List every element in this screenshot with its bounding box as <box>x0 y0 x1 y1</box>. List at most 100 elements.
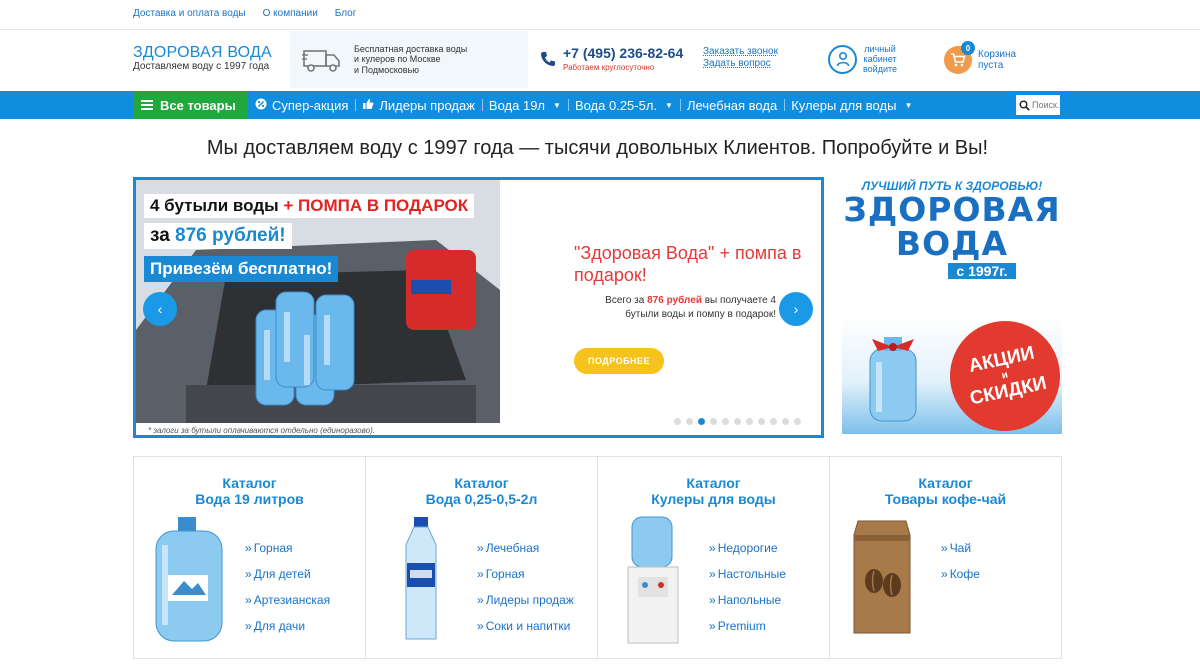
slider-dot[interactable] <box>674 418 681 425</box>
call-links: Заказать звонок Задать вопрос <box>703 46 778 70</box>
card-title[interactable]: Каталог Вода 19 литров <box>134 475 365 507</box>
card-title-line-1: Каталог <box>454 475 509 491</box>
slider-prev-button[interactable]: ‹ <box>143 292 177 326</box>
nav-item-water-small[interactable]: Вода 0.25-5л. ▼ <box>567 91 680 119</box>
nav-item-water-19l[interactable]: Вода 19л ▼ <box>481 91 568 119</box>
slider-dot[interactable] <box>794 418 801 425</box>
slider-dot[interactable] <box>758 418 765 425</box>
cart-icon: 0 <box>944 41 975 74</box>
dropdown-arrow-icon: ▼ <box>904 100 913 110</box>
card-links: Лечебная Горная Лидеры продаж Соки и нап… <box>477 535 574 639</box>
nav-item-best-sellers[interactable]: Лидеры продаж <box>355 91 482 119</box>
slider-dot[interactable] <box>710 418 717 425</box>
slider-next-button[interactable]: › <box>779 292 813 326</box>
catalog-link[interactable]: Недорогие <box>709 535 786 561</box>
catalog-link[interactable]: Для детей <box>245 561 330 587</box>
water-19l-bottle-image[interactable] <box>148 515 230 645</box>
card-title-line-1: Каталог <box>222 475 277 491</box>
gift-bottle-image <box>869 337 917 422</box>
slider-dot[interactable] <box>722 418 729 425</box>
brand-name-line-2: ВОДА <box>895 224 1009 263</box>
thumbs-up-icon <box>362 98 374 113</box>
slide-desc-price: 876 рублей <box>647 295 702 306</box>
card-title-line-2: Вода 0,25-0,5-2л <box>425 491 538 507</box>
blog-link[interactable]: Блог <box>335 8 357 22</box>
search-input[interactable] <box>1032 100 1060 110</box>
catalog-link[interactable]: Горная <box>245 535 330 561</box>
top-divider <box>0 29 1200 30</box>
catalog-link[interactable]: Соки и напитки <box>477 613 574 639</box>
personal-cabinet[interactable]: личный кабинет войдите <box>828 44 897 74</box>
phone-number[interactable]: +7 (495) 236-82-64 <box>563 45 683 61</box>
card-links: Горная Для детей Артезианская Для дачи <box>245 535 330 639</box>
catalog-link[interactable]: Лидеры продаж <box>477 587 574 613</box>
brand-name-line-1: ЗДОРОВАЯ <box>843 190 1061 229</box>
card-title[interactable]: Каталог Товары кофе-чай <box>830 475 1061 507</box>
nav-item-medicinal-water[interactable]: Лечебная вода <box>679 91 784 119</box>
catalog-link[interactable]: Premium <box>709 613 786 639</box>
card-title[interactable]: Каталог Вода 0,25-0,5-2л <box>366 475 597 507</box>
brand-banner[interactable]: ЛУЧШИЙ ПУТЬ К ЗДОРОВЬЮ! ЗДОРОВАЯ ВОДА с … <box>842 177 1062 283</box>
cabinet-login: войдите <box>863 64 898 74</box>
dropdown-arrow-icon: ▼ <box>553 100 561 110</box>
small-water-bottle-image[interactable] <box>380 515 462 645</box>
nav-label: Лечебная вода <box>686 97 778 113</box>
all-goods-label: Все товары <box>160 97 236 113</box>
user-icon <box>828 44 857 74</box>
nav-item-super-sale[interactable]: Супер-акция <box>248 91 355 119</box>
slider-dot[interactable] <box>686 418 693 425</box>
cart-label: Корзина <box>978 49 1017 60</box>
water-cooler-image[interactable] <box>612 515 694 645</box>
coffee-bag-image[interactable] <box>844 515 926 645</box>
catalog-link[interactable]: Для дачи <box>245 613 330 639</box>
more-details-button[interactable]: ПОДРОБНЕЕ <box>574 348 664 374</box>
card-title-line-1: Каталог <box>686 475 741 491</box>
nav-label: Вода 0.25-5л. <box>574 97 658 113</box>
slide-heading: "Здоровая Вода" + помпа в подарок! <box>574 243 802 285</box>
catalog-link[interactable]: Лечебная <box>477 535 574 561</box>
free-delivery-info: Бесплатная доставка воды и кулеров по Мо… <box>290 31 528 88</box>
catalog-link[interactable]: Горная <box>477 561 574 587</box>
slide-image-headline: 4 бутыли воды + ПОМПА В ПОДАРОК <box>144 194 475 218</box>
cart[interactable]: 0 Корзина пуста <box>944 41 1017 74</box>
card-links: Недорогие Настольные Напольные Premium <box>709 535 786 639</box>
catalog-link[interactable]: Чай <box>941 535 980 561</box>
request-call-link[interactable]: Заказать звонок <box>703 46 778 58</box>
catalog-link[interactable]: Настольные <box>709 561 786 587</box>
delivery-payment-link[interactable]: Доставка и оплата воды <box>133 8 246 22</box>
phone-icon <box>541 52 555 66</box>
nav-label: Вода 19л <box>488 97 546 113</box>
all-goods-button[interactable]: Все товары <box>133 91 248 119</box>
sales-discounts-banner[interactable]: АКЦИИ и СКИДКИ <box>842 317 1062 434</box>
slide-price-a: за <box>150 225 176 246</box>
catalog-link[interactable]: Кофе <box>941 561 980 587</box>
card-title[interactable]: Каталог Кулеры для воды <box>598 475 829 507</box>
top-links: Доставка и оплата воды О компании Блог <box>133 8 356 22</box>
nav-item-coolers[interactable]: Кулеры для воды ▼ <box>784 91 919 119</box>
slider-dot[interactable] <box>782 418 789 425</box>
slide-image-price: за 876 рублей! <box>144 223 292 249</box>
slider-dot[interactable] <box>698 418 705 425</box>
cabinet-line-1: личный <box>864 44 896 54</box>
slider-dot[interactable] <box>734 418 741 425</box>
card-title-line-2: Вода 19 литров <box>195 491 304 507</box>
sales-badge: АКЦИИ и СКИДКИ <box>939 317 1062 434</box>
slider-dot[interactable] <box>746 418 753 425</box>
slide-price-b: 876 рублей! <box>175 225 286 246</box>
slider-dot[interactable] <box>770 418 777 425</box>
card-title-line-1: Каталог <box>918 475 973 491</box>
nav-label: Супер-акция <box>272 97 349 113</box>
cart-status: пуста <box>978 60 1004 71</box>
slide-description: Всего за 876 рублей вы получаете 4 бутыл… <box>576 294 776 322</box>
catalog-link[interactable]: Напольные <box>709 587 786 613</box>
chevron-left-icon: ‹ <box>157 301 163 317</box>
search-icon[interactable] <box>1016 97 1032 113</box>
catalog-card-water-19l: КаталогВода 19 литров Горная Для детей А… <box>134 457 366 658</box>
site-logo[interactable]: ЗДОРОВАЯ ВОДА Доставляем воду с 1997 год… <box>133 44 272 73</box>
cabinet-line-2: кабинет <box>863 54 897 64</box>
catalog-link[interactable]: Артезианская <box>245 587 330 613</box>
delivery-line-2: и кулеров по Москве <box>354 54 441 65</box>
logo-subtitle: Доставляем воду с 1997 года <box>133 61 270 72</box>
ask-question-link[interactable]: Задать вопрос <box>703 58 778 70</box>
about-company-link[interactable]: О компании <box>263 8 318 22</box>
